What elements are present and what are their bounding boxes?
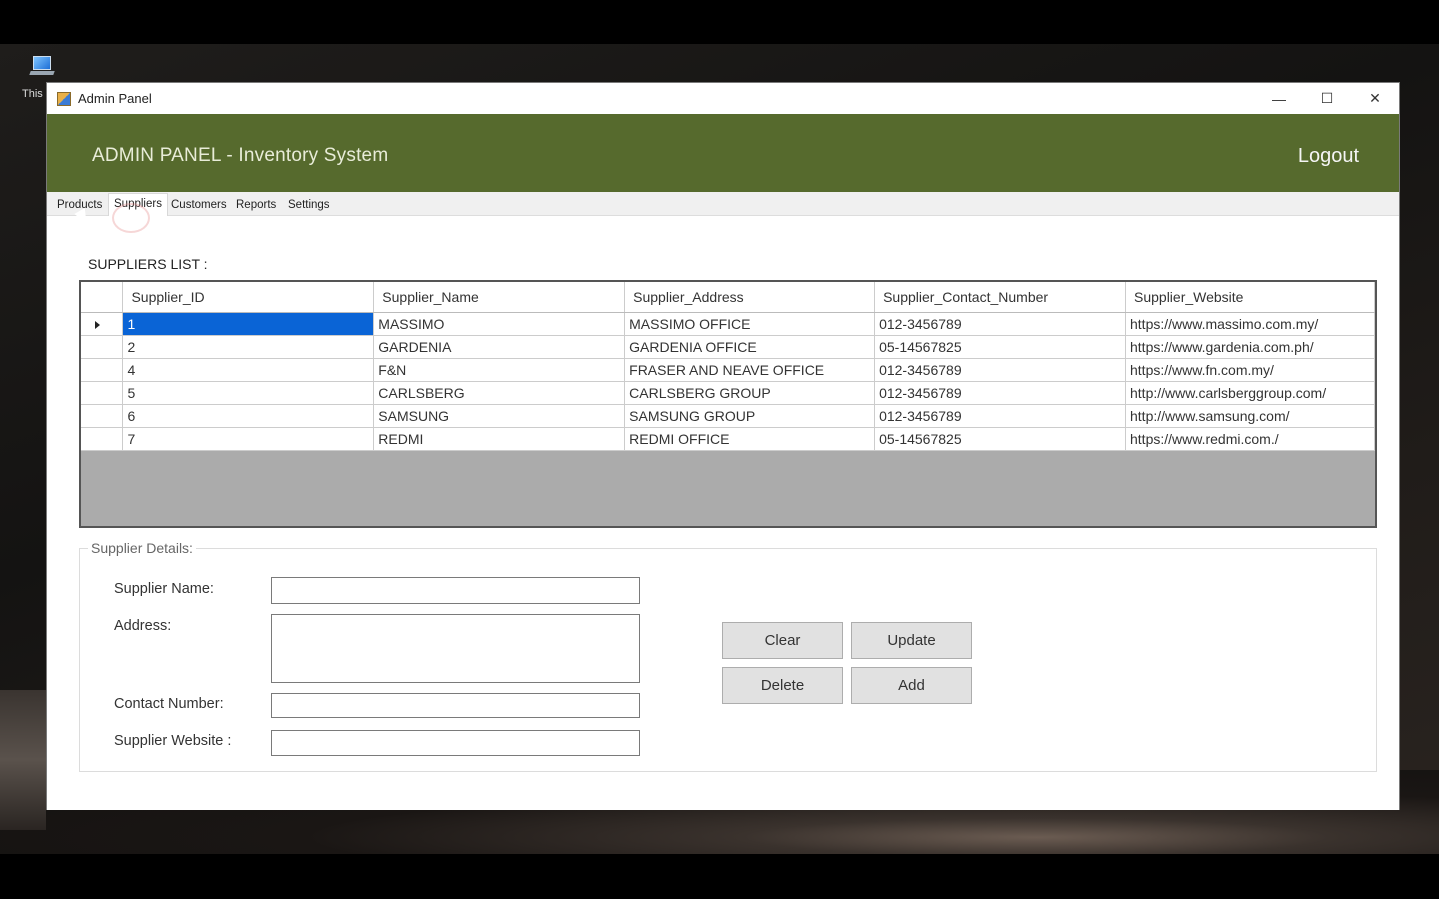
table-cell[interactable]: 012-3456789 bbox=[874, 404, 1126, 428]
address-label: Address: bbox=[114, 618, 172, 634]
supplier-name-label: Supplier Name: bbox=[114, 581, 214, 597]
table-row[interactable]: 7 REDMI REDMI OFFICE 05-14567825 https:/… bbox=[81, 427, 1375, 451]
minimize-button[interactable]: — bbox=[1255, 83, 1303, 114]
app-header: ADMIN PANEL - Inventory System Logout bbox=[47, 114, 1399, 192]
table-cell[interactable]: REDMI OFFICE bbox=[624, 427, 876, 451]
delete-button[interactable]: Delete bbox=[722, 667, 843, 704]
column-header-supplier-name[interactable]: Supplier_Name bbox=[373, 282, 626, 313]
suppliers-data-grid[interactable]: Supplier_ID Supplier_Name Supplier_Addre… bbox=[79, 280, 1377, 528]
table-cell[interactable]: 012-3456789 bbox=[874, 381, 1126, 405]
table-cell[interactable]: 6 bbox=[122, 404, 375, 428]
window-title: Admin Panel bbox=[78, 91, 152, 106]
row-header[interactable] bbox=[81, 427, 124, 451]
table-cell[interactable]: 05-14567825 bbox=[874, 427, 1126, 451]
tab-customers[interactable]: Customers bbox=[166, 195, 232, 215]
column-header-supplier-website[interactable]: Supplier_Website bbox=[1125, 282, 1375, 313]
add-button[interactable]: Add bbox=[851, 667, 972, 704]
tab-settings[interactable]: Settings bbox=[283, 195, 335, 215]
table-cell[interactable]: CARLSBERG GROUP bbox=[624, 381, 876, 405]
table-cell[interactable]: GARDENIA bbox=[373, 335, 626, 359]
maximize-button[interactable]: ☐ bbox=[1303, 83, 1351, 114]
update-button[interactable]: Update bbox=[851, 622, 972, 659]
table-cell[interactable]: F&N bbox=[373, 358, 626, 382]
admin-panel-window: Admin Panel — ☐ ✕ ADMIN PANEL - Inventor… bbox=[46, 82, 1400, 810]
supplier-details-legend: Supplier Details: bbox=[88, 540, 196, 556]
supplier-website-input[interactable] bbox=[271, 730, 640, 756]
table-row[interactable]: 4 F&N FRASER AND NEAVE OFFICE 012-345678… bbox=[81, 358, 1375, 382]
row-header[interactable] bbox=[81, 335, 124, 359]
table-row[interactable]: 1 MASSIMO MASSIMO OFFICE 012-3456789 htt… bbox=[81, 312, 1375, 336]
table-row[interactable]: 5 CARLSBERG CARLSBERG GROUP 012-3456789 … bbox=[81, 381, 1375, 405]
table-cell[interactable]: CARLSBERG bbox=[373, 381, 626, 405]
current-row-arrow-icon bbox=[95, 320, 101, 329]
table-cell[interactable]: MASSIMO OFFICE bbox=[624, 312, 876, 336]
table-row[interactable]: 2 GARDENIA GARDENIA OFFICE 05-14567825 h… bbox=[81, 335, 1375, 359]
table-cell[interactable]: https://www.gardenia.com.ph/ bbox=[1125, 335, 1375, 359]
table-cell[interactable]: 05-14567825 bbox=[874, 335, 1126, 359]
table-cell[interactable]: http://www.samsung.com/ bbox=[1125, 404, 1375, 428]
tab-strip: Products Suppliers Customers Reports Set… bbox=[47, 192, 1399, 217]
table-cell[interactable]: http://www.carlsberggroup.com/ bbox=[1125, 381, 1375, 405]
row-header[interactable] bbox=[81, 358, 124, 382]
supplier-website-label: Supplier Website : bbox=[114, 733, 232, 749]
app-icon bbox=[57, 91, 71, 106]
title-bar: Admin Panel — ☐ ✕ bbox=[47, 83, 1399, 114]
supplier-name-input[interactable] bbox=[271, 577, 640, 604]
table-cell[interactable]: https://www.massimo.com.my/ bbox=[1125, 312, 1375, 336]
table-cell[interactable]: https://www.fn.com.my/ bbox=[1125, 358, 1375, 382]
table-cell[interactable]: 2 bbox=[122, 335, 375, 359]
table-cell[interactable]: 012-3456789 bbox=[874, 358, 1126, 382]
column-header-supplier-id[interactable]: Supplier_ID bbox=[122, 282, 375, 313]
clear-button[interactable]: Clear bbox=[722, 622, 843, 659]
table-cell[interactable]: 1 bbox=[122, 312, 375, 336]
column-header-supplier-address[interactable]: Supplier_Address bbox=[624, 282, 876, 313]
table-cell[interactable]: FRASER AND NEAVE OFFICE bbox=[624, 358, 876, 382]
click-highlight bbox=[112, 203, 150, 233]
table-cell[interactable]: 7 bbox=[122, 427, 375, 451]
table-cell[interactable]: https://www.redmi.com./ bbox=[1125, 427, 1375, 451]
supplier-details-groupbox: Supplier Details: Supplier Name: Address… bbox=[79, 540, 1377, 772]
tab-reports[interactable]: Reports bbox=[231, 195, 281, 215]
suppliers-list-label: SUPPLIERS LIST : bbox=[88, 256, 208, 272]
table-cell[interactable]: SAMSUNG GROUP bbox=[624, 404, 876, 428]
table-cell[interactable]: REDMI bbox=[373, 427, 626, 451]
table-cell[interactable]: MASSIMO bbox=[373, 312, 626, 336]
table-cell[interactable]: SAMSUNG bbox=[373, 404, 626, 428]
column-header-supplier-contact-number[interactable]: Supplier_Contact_Number bbox=[874, 282, 1126, 313]
grid-header-row: Supplier_ID Supplier_Name Supplier_Addre… bbox=[81, 282, 1375, 313]
table-cell[interactable]: GARDENIA OFFICE bbox=[624, 335, 876, 359]
table-cell[interactable]: 012-3456789 bbox=[874, 312, 1126, 336]
contact-number-label: Contact Number: bbox=[114, 696, 224, 712]
computer-icon bbox=[33, 56, 51, 70]
grid-corner-header[interactable] bbox=[81, 282, 124, 313]
address-textarea[interactable] bbox=[271, 614, 640, 683]
table-cell[interactable]: 4 bbox=[122, 358, 375, 382]
app-header-title: ADMIN PANEL - Inventory System bbox=[92, 145, 389, 166]
desktop-icon-label: This bbox=[22, 88, 43, 100]
table-cell[interactable]: 5 bbox=[122, 381, 375, 405]
desktop-wallpaper-edge bbox=[0, 690, 46, 830]
row-header[interactable] bbox=[81, 381, 124, 405]
logout-button[interactable]: Logout bbox=[1298, 145, 1359, 168]
table-row[interactable]: 6 SAMSUNG SAMSUNG GROUP 012-3456789 http… bbox=[81, 404, 1375, 428]
suppliers-tab-page: SUPPLIERS LIST : Supplier_ID Supplier_Na… bbox=[47, 216, 1399, 810]
close-button[interactable]: ✕ bbox=[1351, 83, 1399, 114]
row-header[interactable] bbox=[81, 404, 124, 428]
row-header[interactable] bbox=[81, 312, 124, 336]
contact-number-input[interactable] bbox=[271, 693, 640, 718]
